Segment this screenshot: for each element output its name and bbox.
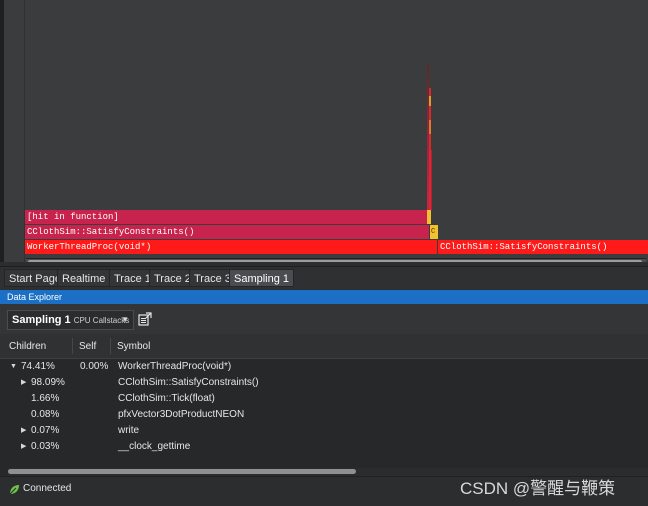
tab-sampling-1[interactable]: Sampling 1 <box>229 269 295 287</box>
connected-leaf-icon <box>9 485 19 495</box>
left-edge <box>0 0 4 262</box>
table-row[interactable]: 1.66% CClothSim::Tick(float) <box>0 391 648 407</box>
table-horizontal-scrollbar[interactable] <box>8 468 648 476</box>
flame-bar-edge[interactable] <box>427 210 431 224</box>
document-tabs: Start Page Realtime 1 Trace 1 Trace 2 Tr… <box>0 266 648 289</box>
table-row[interactable]: ▶ 0.03% __clock_gettime <box>0 439 648 455</box>
flame-bar-small[interactable]: C <box>430 225 438 239</box>
data-explorer-title: Data Explorer <box>0 290 648 304</box>
export-button[interactable] <box>138 312 152 326</box>
chevron-down-icon: ▼ <box>121 315 129 324</box>
column-header-symbol[interactable]: Symbol <box>117 334 150 358</box>
flame-bar[interactable]: [hit in function] <box>25 210 427 224</box>
flame-graph[interactable]: [hit in function] CClothSim::SatisfyCons… <box>0 0 648 262</box>
watermark: CSDN @警醒与鞭策 <box>460 479 616 498</box>
dataset-dropdown[interactable]: Sampling 1 CPU Callstacks ▼ <box>7 310 134 330</box>
collapsed-triangle-icon[interactable]: ▶ <box>21 375 26 391</box>
table-row[interactable]: ▶ 98.09% CClothSim::SatisfyConstraints() <box>0 375 648 391</box>
flame-spike[interactable] <box>429 96 431 106</box>
collapsed-triangle-icon[interactable]: ▶ <box>21 439 26 455</box>
expanded-triangle-icon[interactable]: ▼ <box>10 359 17 375</box>
scrollbar-thumb[interactable] <box>28 260 642 262</box>
collapsed-triangle-icon[interactable]: ▶ <box>21 423 26 439</box>
callstack-table[interactable]: Children Self Symbol ▼ 74.41% 0.00% Work… <box>0 334 648 476</box>
flame-bar-root[interactable]: CClothSim::SatisfyConstraints() <box>438 240 648 254</box>
scrollbar-thumb[interactable] <box>8 469 356 474</box>
dataset-name: Sampling 1 <box>12 314 71 326</box>
table-header: Children Self Symbol <box>0 334 648 359</box>
flame-bar[interactable]: CClothSim::SatisfyConstraints() <box>25 225 429 239</box>
flame-spike[interactable] <box>429 120 431 134</box>
column-header-children[interactable]: Children <box>9 334 46 358</box>
flame-spike[interactable] <box>431 150 432 210</box>
table-row[interactable]: ▼ 74.41% 0.00% WorkerThreadProc(void*) <box>0 359 648 375</box>
flame-bar-root[interactable]: WorkerThreadProc(void*) <box>25 240 437 254</box>
flame-horizontal-scrollbar[interactable] <box>26 258 646 262</box>
table-row[interactable]: 0.08% pfxVector3DotProductNEON <box>0 407 648 423</box>
table-row[interactable]: ▶ 0.07% write <box>0 423 648 439</box>
status-bar: Connected CSDN @警醒与鞭策 <box>0 476 648 506</box>
connection-status: Connected <box>23 483 72 494</box>
column-header-self[interactable]: Self <box>79 334 96 358</box>
explorer-toolbar: Sampling 1 CPU Callstacks ▼ <box>0 304 648 335</box>
column-divider[interactable] <box>72 338 73 354</box>
column-divider[interactable] <box>110 338 111 354</box>
export-icon <box>138 312 152 326</box>
